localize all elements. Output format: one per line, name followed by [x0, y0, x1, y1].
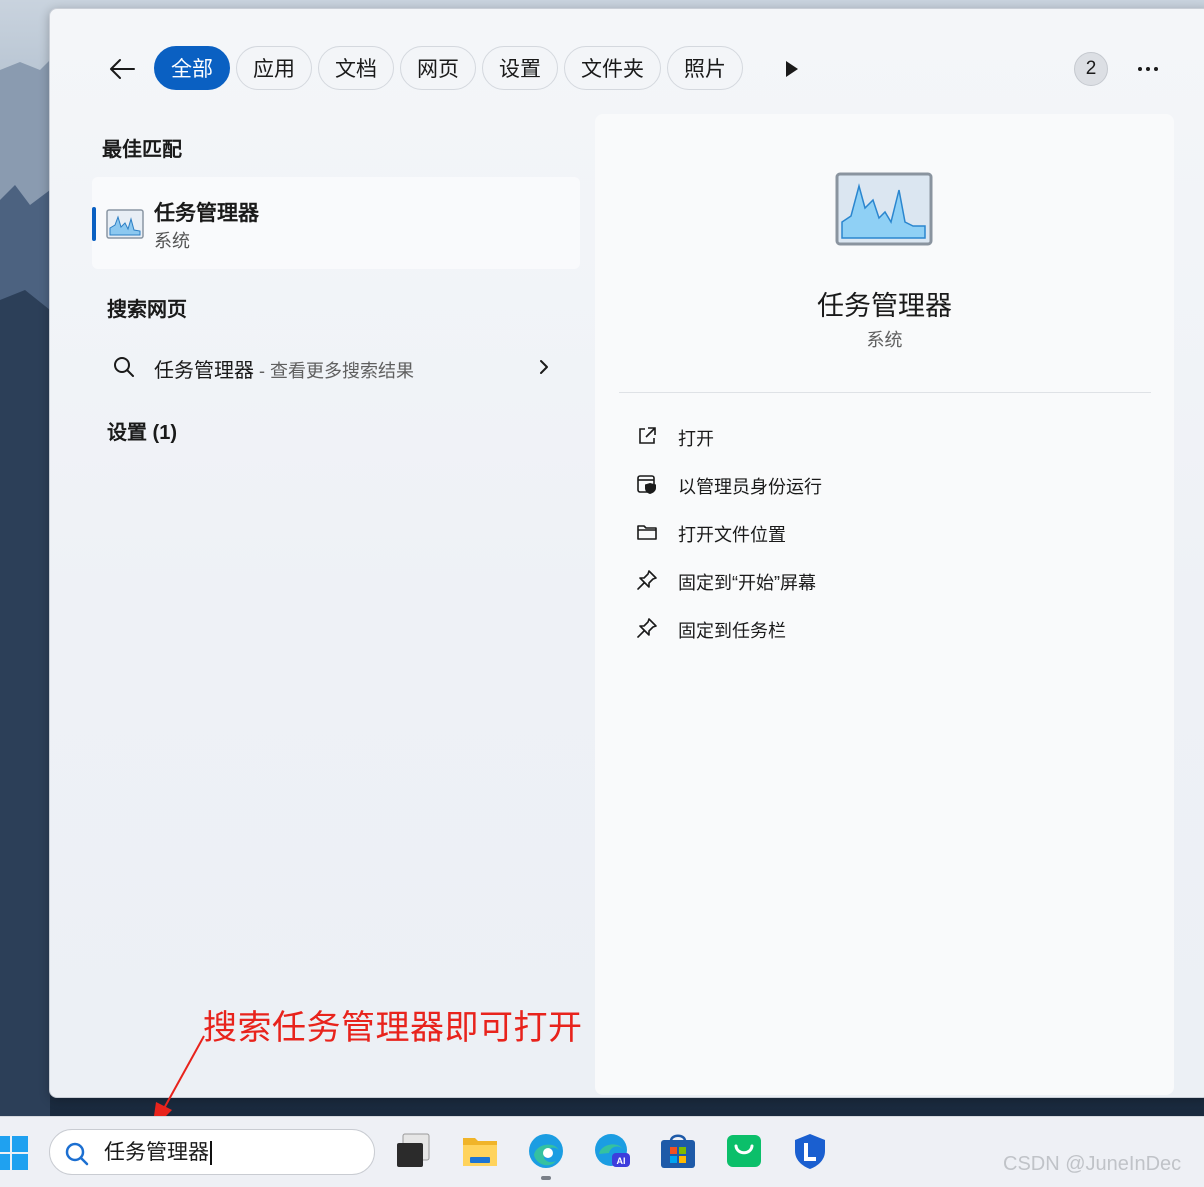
annotation-text: 搜索任务管理器即可打开	[203, 1009, 583, 1047]
best-match-result[interactable]: 任务管理器 系统	[92, 177, 580, 269]
result-type: 系统	[154, 231, 190, 251]
rewards-badge[interactable]: 2	[1074, 52, 1108, 86]
action-open-file-location[interactable]: 打开文件位置	[619, 510, 1151, 554]
microsoft-store-icon[interactable]	[658, 1131, 698, 1171]
start-icon[interactable]	[0, 1134, 30, 1172]
edge-ai-icon[interactable]: AI	[592, 1131, 632, 1171]
open-external-icon	[639, 427, 656, 444]
tab-all[interactable]: 全部	[154, 46, 230, 90]
action-run-as-admin[interactable]: 以管理员身份运行	[619, 462, 1151, 506]
tab-documents[interactable]: 文档	[318, 46, 394, 90]
pin-icon	[637, 570, 657, 590]
tab-folders[interactable]: 文件夹	[564, 46, 661, 90]
svg-text:AI: AI	[617, 1156, 626, 1166]
tab-apps[interactable]: 应用	[236, 46, 312, 90]
active-app-indicator	[541, 1176, 551, 1180]
security-shield-icon[interactable]	[790, 1131, 830, 1171]
web-search-suffix: - 查看更多搜索结果	[254, 361, 414, 381]
task-manager-icon	[835, 172, 933, 246]
tab-photos[interactable]: 照片	[667, 46, 743, 90]
action-open[interactable]: 打开	[619, 414, 1151, 458]
action-label: 以管理员身份运行	[678, 477, 822, 497]
action-pin-to-taskbar[interactable]: 固定到任务栏	[619, 606, 1151, 650]
back-button[interactable]	[104, 52, 140, 86]
detail-subtitle: 系统	[866, 330, 903, 350]
search-icon	[65, 1142, 89, 1166]
search-value: 任务管理器	[104, 1141, 212, 1165]
result-name: 任务管理器	[154, 202, 259, 225]
settings-heading[interactable]: 设置 (1)	[107, 416, 177, 445]
tab-web[interactable]: 网页	[400, 46, 476, 90]
selection-indicator	[92, 207, 96, 241]
file-explorer-icon[interactable]	[460, 1131, 500, 1171]
action-label: 固定到“开始”屏幕	[678, 573, 816, 593]
shield-admin-icon	[637, 475, 656, 494]
edge-icon[interactable]	[526, 1131, 566, 1171]
web-search-result[interactable]: 任务管理器 - 查看更多搜索结果	[92, 340, 580, 394]
arrow-left-icon	[110, 59, 135, 79]
chevron-right-icon	[540, 360, 548, 374]
divider	[619, 392, 1151, 393]
pin-icon	[637, 618, 657, 638]
more-options-button[interactable]	[1130, 56, 1166, 82]
web-search-text: 任务管理器 - 查看更多搜索结果	[154, 354, 414, 383]
detail-title: 任务管理器	[817, 291, 952, 321]
tab-settings[interactable]: 设置	[482, 46, 558, 90]
watermark: CSDN @JuneInDec	[1003, 1153, 1182, 1175]
web-search-heading: 搜索网页	[107, 299, 187, 321]
task-view-icon[interactable]	[394, 1131, 434, 1171]
best-match-heading: 最佳匹配	[102, 139, 182, 161]
action-label: 打开	[678, 429, 714, 449]
action-label: 打开文件位置	[678, 525, 786, 545]
task-manager-icon	[106, 209, 144, 239]
filter-tabs: 全部 应用 文档 网页 设置 文件夹 照片	[154, 46, 743, 90]
action-pin-to-start[interactable]: 固定到“开始”屏幕	[619, 558, 1151, 602]
ellipsis-icon	[1138, 67, 1158, 71]
more-tabs-button[interactable]	[780, 56, 804, 82]
search-icon	[114, 357, 134, 377]
folder-icon	[637, 525, 657, 540]
action-label: 固定到任务栏	[678, 621, 786, 641]
play-icon	[786, 61, 798, 77]
taskbar: 任务管理器 AI	[0, 1116, 1204, 1187]
shopping-bag-icon[interactable]	[724, 1131, 764, 1171]
detail-pane: 任务管理器 系统 打开 以管理员身份运行 打开文件位置 固定到“开始”屏幕 固定…	[595, 114, 1174, 1095]
taskbar-search-input[interactable]: 任务管理器	[49, 1129, 375, 1175]
web-search-query: 任务管理器	[154, 360, 254, 382]
